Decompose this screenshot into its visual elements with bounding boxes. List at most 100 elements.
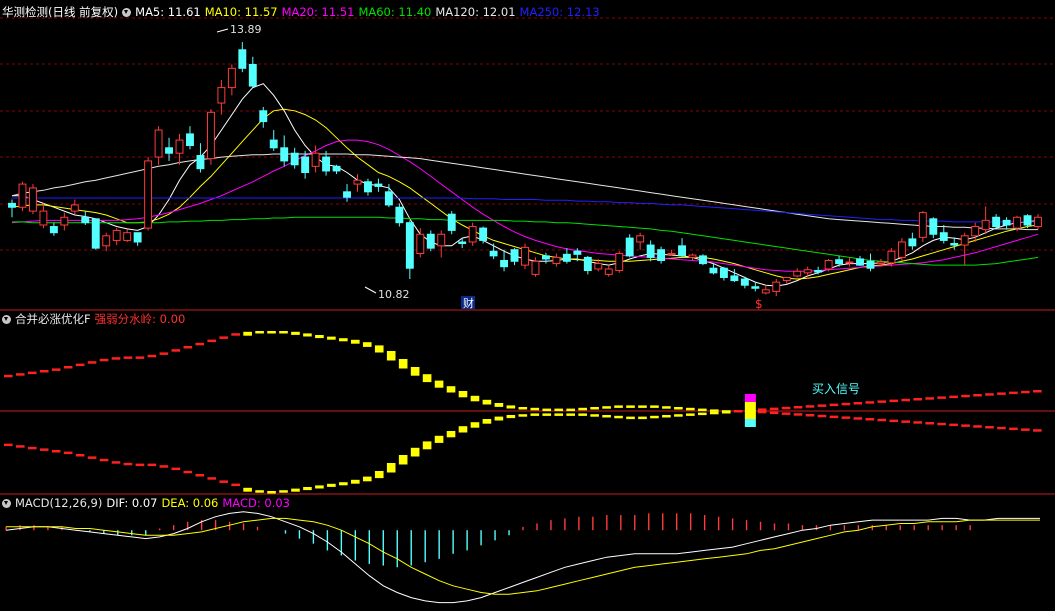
candle bbox=[416, 228, 425, 258]
indicator-upper-segment bbox=[614, 405, 623, 408]
candle-body bbox=[280, 147, 289, 162]
candle bbox=[699, 254, 707, 266]
candle-body bbox=[395, 206, 404, 224]
candle bbox=[112, 228, 121, 246]
candle bbox=[18, 181, 27, 212]
indicator-lower-segment bbox=[422, 441, 432, 450]
main-chart-header: 华测检测(日线 前复权) MA5: 11.61 MA10: 11.57 MA20: 1… bbox=[2, 4, 604, 20]
dropdown-icon[interactable] bbox=[2, 315, 11, 324]
finance-event-icon[interactable]: 财 bbox=[463, 296, 474, 310]
indicator-lower-segment bbox=[650, 415, 659, 419]
indicator-upper-segment bbox=[805, 405, 815, 408]
candle bbox=[165, 137, 173, 161]
indicator-lower-segment bbox=[973, 425, 982, 428]
indicator-lower-segment bbox=[709, 411, 719, 415]
indicator-upper-segment bbox=[446, 386, 456, 393]
indicator-upper-segment bbox=[219, 336, 228, 339]
candle-body bbox=[144, 160, 153, 229]
candle bbox=[123, 229, 132, 242]
candle-body bbox=[856, 258, 864, 266]
indicator-lower-segment bbox=[327, 483, 336, 487]
indicator-upper-segment bbox=[518, 407, 528, 410]
ma20-value: MA20: 11.51 bbox=[281, 5, 355, 19]
indicator-upper-segment bbox=[506, 405, 516, 409]
buy-signal-bar-bottom bbox=[744, 419, 756, 427]
candle bbox=[730, 268, 739, 283]
candle-body bbox=[416, 233, 425, 255]
candle-body bbox=[667, 253, 676, 256]
indicator-upper-segment bbox=[973, 394, 982, 397]
indicator-lower-segment bbox=[39, 448, 49, 451]
candle bbox=[144, 157, 153, 231]
candle-body bbox=[719, 267, 728, 278]
indicator-lower-segment bbox=[1033, 429, 1042, 432]
indicator-upper-segment bbox=[482, 399, 492, 405]
candle-body bbox=[49, 226, 58, 234]
candle bbox=[437, 230, 446, 258]
indicator-lower-segment bbox=[470, 422, 480, 428]
candle-body bbox=[552, 256, 561, 265]
candle-body bbox=[562, 253, 571, 262]
candle-body bbox=[175, 139, 184, 154]
candle-body bbox=[227, 67, 236, 89]
indicator-upper-segment bbox=[99, 358, 109, 362]
candle bbox=[301, 150, 310, 179]
indicator-lower-segment bbox=[889, 419, 899, 423]
candle-body bbox=[782, 276, 791, 282]
candle-body bbox=[971, 226, 980, 237]
indicator-lower-segment bbox=[793, 413, 803, 416]
indicator-lower-segment bbox=[482, 419, 492, 424]
indicator-lower-segment bbox=[721, 411, 731, 414]
candle bbox=[604, 265, 613, 277]
ma10-value: MA10: 11.57 bbox=[204, 5, 278, 19]
candle bbox=[615, 251, 624, 273]
candle bbox=[929, 217, 938, 239]
candle-body bbox=[500, 259, 509, 268]
indicator-lower-segment bbox=[207, 477, 217, 480]
indicator-lower-segment bbox=[279, 490, 288, 493]
dropdown-icon[interactable] bbox=[2, 499, 11, 508]
candle bbox=[196, 143, 205, 173]
indicator-upper-segment bbox=[243, 331, 252, 336]
candle bbox=[636, 232, 645, 250]
dropdown-icon[interactable] bbox=[122, 8, 132, 17]
indicator-lower-segment bbox=[853, 417, 863, 420]
indicator-upper-segment bbox=[207, 339, 217, 343]
indicator-lower-segment bbox=[829, 415, 839, 419]
candle bbox=[960, 232, 969, 266]
dividend-event-icon[interactable]: $ bbox=[755, 297, 763, 311]
high-marker-line bbox=[216, 28, 229, 33]
indicator-upper-segment bbox=[27, 371, 37, 375]
candle-body bbox=[1013, 216, 1022, 229]
indicator-upper-segment bbox=[757, 408, 767, 411]
candle-body bbox=[835, 259, 844, 265]
indicator-upper-segment bbox=[961, 394, 970, 398]
candle bbox=[217, 79, 226, 115]
candle bbox=[971, 222, 980, 242]
low-marker-line bbox=[364, 286, 377, 294]
indicator-upper-segment bbox=[530, 407, 540, 411]
ma250-value: MA250: 12.13 bbox=[519, 5, 600, 19]
indicator-lower-segment bbox=[817, 414, 827, 418]
indicator-upper-segment bbox=[434, 380, 444, 388]
indicator-upper-segment bbox=[781, 406, 791, 410]
indicator-lower-segment bbox=[159, 465, 169, 468]
candle-body bbox=[1002, 219, 1011, 226]
candle-body bbox=[877, 261, 885, 265]
candle-body bbox=[939, 232, 948, 241]
candle bbox=[154, 126, 163, 165]
candle bbox=[1034, 214, 1042, 230]
high-price-label: 13.89 bbox=[230, 23, 262, 36]
ma5-value: MA5: 11.61 bbox=[135, 5, 201, 19]
candle bbox=[49, 222, 58, 236]
candle bbox=[81, 211, 90, 225]
candle bbox=[489, 243, 498, 259]
indicator-upper-segment bbox=[291, 331, 300, 335]
indicator-upper-segment bbox=[410, 367, 420, 376]
candle-body bbox=[133, 232, 142, 243]
candle-body bbox=[374, 183, 383, 187]
indicator-lower-segment bbox=[494, 416, 504, 421]
candle-body bbox=[615, 253, 624, 272]
candle bbox=[227, 64, 236, 96]
macd-name: MACD(12,26,9) bbox=[15, 496, 103, 510]
